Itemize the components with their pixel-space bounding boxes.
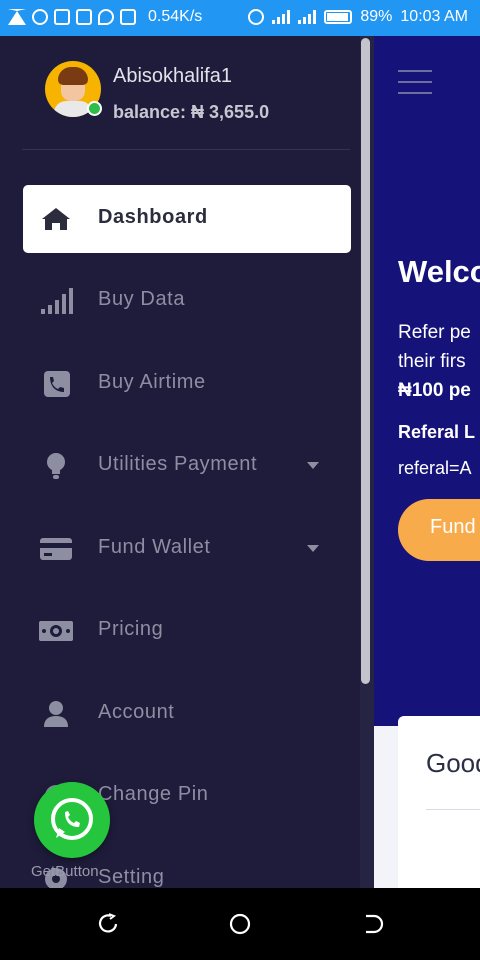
- chevron-down-icon: [307, 545, 319, 552]
- system-navigation-bar: [0, 888, 480, 960]
- alarm-icon: [248, 9, 265, 25]
- warning-icon: [8, 9, 26, 25]
- recent-apps-icon[interactable]: [96, 912, 120, 936]
- menu-item-account[interactable]: Account: [23, 680, 351, 748]
- referal-link[interactable]: referal=A: [398, 458, 472, 479]
- greeting-title: Good: [426, 748, 480, 778]
- network-speed: 0.54K/s: [148, 8, 203, 25]
- menu-item-label: Fund Wallet: [98, 536, 211, 558]
- home-icon: [42, 208, 70, 230]
- card-divider: [426, 809, 480, 810]
- whatsapp-chat-button[interactable]: [34, 782, 110, 858]
- refer-line: their firs: [398, 351, 466, 372]
- online-status-dot: [87, 101, 102, 116]
- money-bill-icon: [39, 621, 73, 641]
- menu-item-label: Setting: [98, 866, 165, 888]
- navigation-drawer: Abisokhalifa1 balance: ₦ 3,655.0 Dashboa…: [0, 36, 374, 888]
- menu-item-label: Dashboard: [98, 206, 208, 228]
- menu-item-label: Change Pin: [98, 783, 209, 805]
- fund-wallet-button[interactable]: Fund: [398, 499, 480, 561]
- signal-icon: [41, 288, 73, 314]
- signal-sim2-icon: [298, 10, 317, 24]
- refer-line: ₦100 pe: [398, 380, 471, 401]
- back-icon[interactable]: [360, 912, 384, 936]
- chevron-down-icon: [307, 462, 319, 469]
- credit-card-icon: [40, 538, 72, 560]
- notification-icons: 0.54K/s: [8, 8, 202, 26]
- signal-sim1-icon: [272, 10, 291, 24]
- menu-item-dashboard[interactable]: Dashboard: [23, 185, 351, 253]
- hamburger-menu-icon[interactable]: [398, 70, 432, 103]
- menu-item-pricing[interactable]: Pricing: [23, 597, 351, 665]
- menu-item-label: Utilities Payment: [98, 453, 258, 475]
- fire-icon: [98, 9, 114, 25]
- home-button-icon[interactable]: [228, 912, 252, 936]
- menu-item-fund-wallet[interactable]: Fund Wallet: [23, 515, 351, 583]
- refer-line: Refer pe: [398, 322, 471, 343]
- drawer-divider: [22, 149, 350, 150]
- refer-text: Refer pe their firs ₦100 pe: [398, 318, 471, 405]
- drawer-scrollbar-thumb[interactable]: [361, 38, 370, 684]
- menu-item-utilities-payment[interactable]: Utilities Payment: [23, 432, 351, 500]
- referal-link-label: Referal L: [398, 422, 476, 442]
- menu-item-label: Buy Data: [98, 288, 186, 310]
- system-icons: 89% 10:03 AM: [248, 8, 468, 26]
- menu-item-buy-airtime[interactable]: Buy Airtime: [23, 350, 351, 418]
- status-bar: 0.54K/s 89% 10:03 AM: [0, 0, 480, 36]
- whatsapp-icon: [51, 798, 93, 840]
- menu-item-buy-data[interactable]: Buy Data: [23, 267, 351, 335]
- battery-percent: 89%: [360, 8, 393, 25]
- menu-item-label: Buy Airtime: [98, 371, 206, 393]
- message-icon: [54, 9, 70, 25]
- battery-icon: [324, 10, 353, 24]
- menu-item-label: Account: [98, 701, 175, 723]
- image-icon: [120, 9, 136, 25]
- username: Abisokhalifa1: [113, 65, 232, 87]
- welcome-heading: Welco: [398, 254, 480, 289]
- getbutton-label: GetButton: [31, 863, 99, 880]
- greeting-card: Good: [398, 716, 480, 888]
- phone-icon: [44, 371, 70, 397]
- user-icon: [44, 701, 68, 727]
- gmail-icon: [76, 9, 92, 25]
- wallet-balance: balance: ₦ 3,655.0: [113, 102, 270, 122]
- lightbulb-icon: [47, 453, 65, 479]
- whatsapp-notification-icon: [32, 9, 48, 25]
- clock: 10:03 AM: [400, 8, 468, 25]
- main-content: Welco Refer pe their firs ₦100 pe Refera…: [374, 36, 480, 888]
- menu-item-label: Pricing: [98, 618, 164, 640]
